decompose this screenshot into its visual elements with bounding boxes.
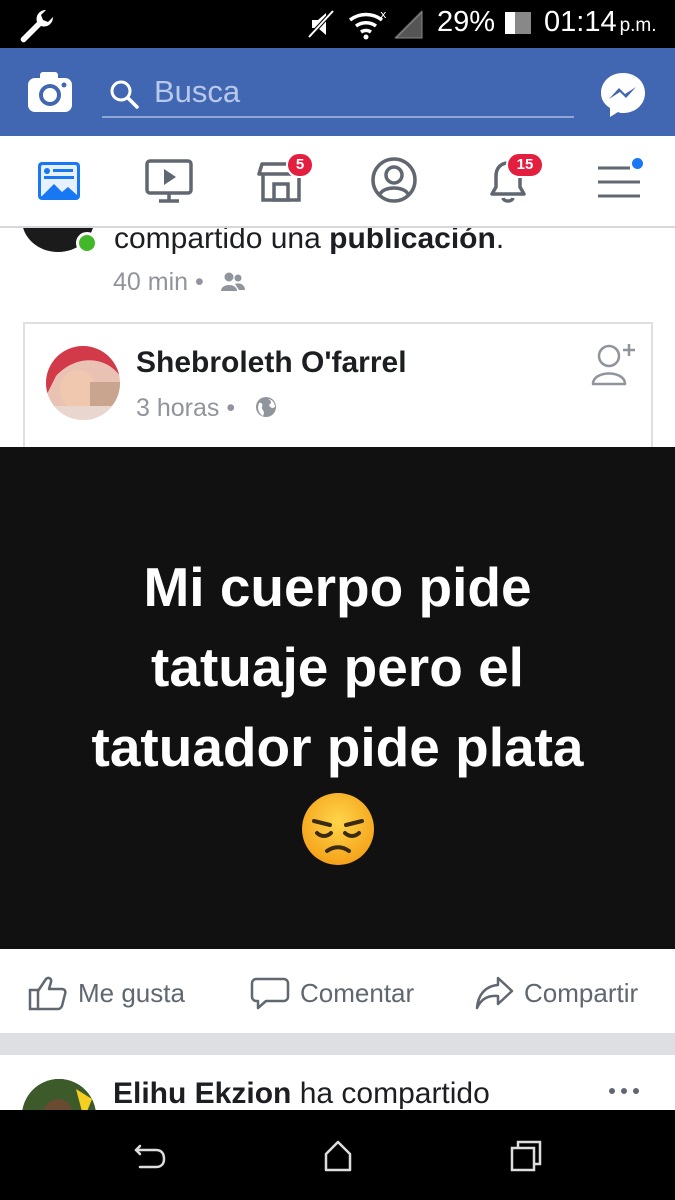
post-meta: 40 min • [113, 268, 204, 296]
tab-menu[interactable] [594, 154, 646, 206]
marketplace-badge: 5 [286, 152, 314, 178]
share-button[interactable]: Compartir [474, 973, 638, 1013]
post-header-end: . [495, 228, 505, 255]
status-bar: x 29% 01:14 p.m. [0, 0, 675, 48]
next-post-text: Elihu Ekzion ha compartido [113, 1077, 490, 1110]
clock: 01:14 p.m. [544, 6, 657, 39]
tab-bar: 5 15 [0, 136, 675, 228]
mute-icon [307, 9, 335, 39]
messenger-icon[interactable] [598, 70, 648, 120]
post-action-text: ha compartido [291, 1077, 490, 1110]
post-actions: Me gusta Comentar Compartir [0, 949, 675, 1033]
shared-post-card: Shebroleth O'farrel 3 horas • [23, 322, 653, 452]
recent-apps-icon[interactable] [506, 1136, 546, 1176]
camera-icon[interactable] [26, 70, 74, 114]
signal-icon [394, 10, 423, 39]
post-time[interactable]: 40 min [113, 268, 188, 296]
battery-icon [505, 12, 531, 34]
search-input[interactable]: Busca [102, 70, 574, 118]
meme-text: Mi cuerpo pide tatuaje pero el tatuador … [0, 547, 675, 787]
next-post-header: Elihu Ekzion ha compartido [0, 1055, 675, 1110]
home-icon[interactable] [318, 1136, 358, 1176]
system-nav-bar [0, 1110, 675, 1200]
meme-line: tatuador pide plata [91, 716, 584, 778]
avatar[interactable] [22, 1079, 96, 1110]
comment-label: Comentar [300, 977, 415, 1008]
meme-line: Mi cuerpo pide [143, 556, 532, 618]
post-meta: 3 horas • [136, 394, 236, 422]
news-feed-icon [38, 162, 80, 200]
post-image[interactable]: Mi cuerpo pide tatuaje pero el tatuador … [0, 447, 675, 949]
post-header-link[interactable]: publicación [329, 228, 496, 255]
post-separator [0, 1033, 675, 1055]
tab-marketplace[interactable]: 5 [256, 152, 314, 206]
app-header: Busca [0, 48, 675, 136]
post-header-text: compartido una publicación. [114, 228, 504, 256]
more-options-icon[interactable] [606, 1085, 642, 1097]
video-icon [145, 159, 193, 203]
comment-icon [250, 977, 290, 1010]
wrench-icon [20, 9, 54, 43]
online-indicator [76, 232, 98, 254]
wifi-icon: x [348, 8, 387, 40]
search-placeholder: Busca [154, 74, 241, 109]
post-author[interactable]: Elihu Ekzion [113, 1077, 291, 1110]
notifications-badge: 15 [506, 152, 544, 178]
share-arrow-icon [475, 976, 514, 1010]
battery-percent: 29% [437, 6, 496, 38]
tab-watch[interactable] [144, 154, 196, 206]
friends-audience-icon [221, 272, 245, 291]
svg-text:x: x [380, 8, 387, 21]
post-author[interactable]: Shebroleth O'farrel [136, 346, 407, 380]
globe-icon [256, 397, 276, 417]
like-label: Me gusta [78, 977, 185, 1008]
clock-time: 01:14 [544, 6, 617, 38]
pensive-face-emoji-icon [302, 793, 374, 865]
clock-ampm: p.m. [619, 15, 657, 36]
tab-profile[interactable] [368, 154, 420, 206]
menu-indicator-dot [630, 156, 645, 171]
tab-notifications[interactable]: 15 [482, 152, 544, 206]
share-label: Compartir [524, 977, 639, 1008]
news-feed: compartido una publicación. 40 min • She… [0, 228, 675, 1110]
post-header-plain: compartido una [114, 228, 330, 255]
profile-icon [371, 157, 417, 203]
thumbs-up-icon [28, 976, 67, 1011]
screen: x 29% 01:14 p.m. Busca 5 15 compartido u… [0, 0, 675, 1200]
meme-line: tatuaje pero el [151, 636, 524, 698]
tab-news-feed[interactable] [34, 154, 86, 206]
like-button[interactable]: Me gusta [28, 973, 185, 1013]
add-friend-icon[interactable] [591, 340, 637, 388]
post-time[interactable]: 3 horas [136, 394, 219, 422]
avatar[interactable] [46, 346, 120, 420]
back-icon[interactable] [130, 1136, 170, 1176]
search-icon [110, 80, 139, 109]
comment-button[interactable]: Comentar [250, 973, 414, 1013]
